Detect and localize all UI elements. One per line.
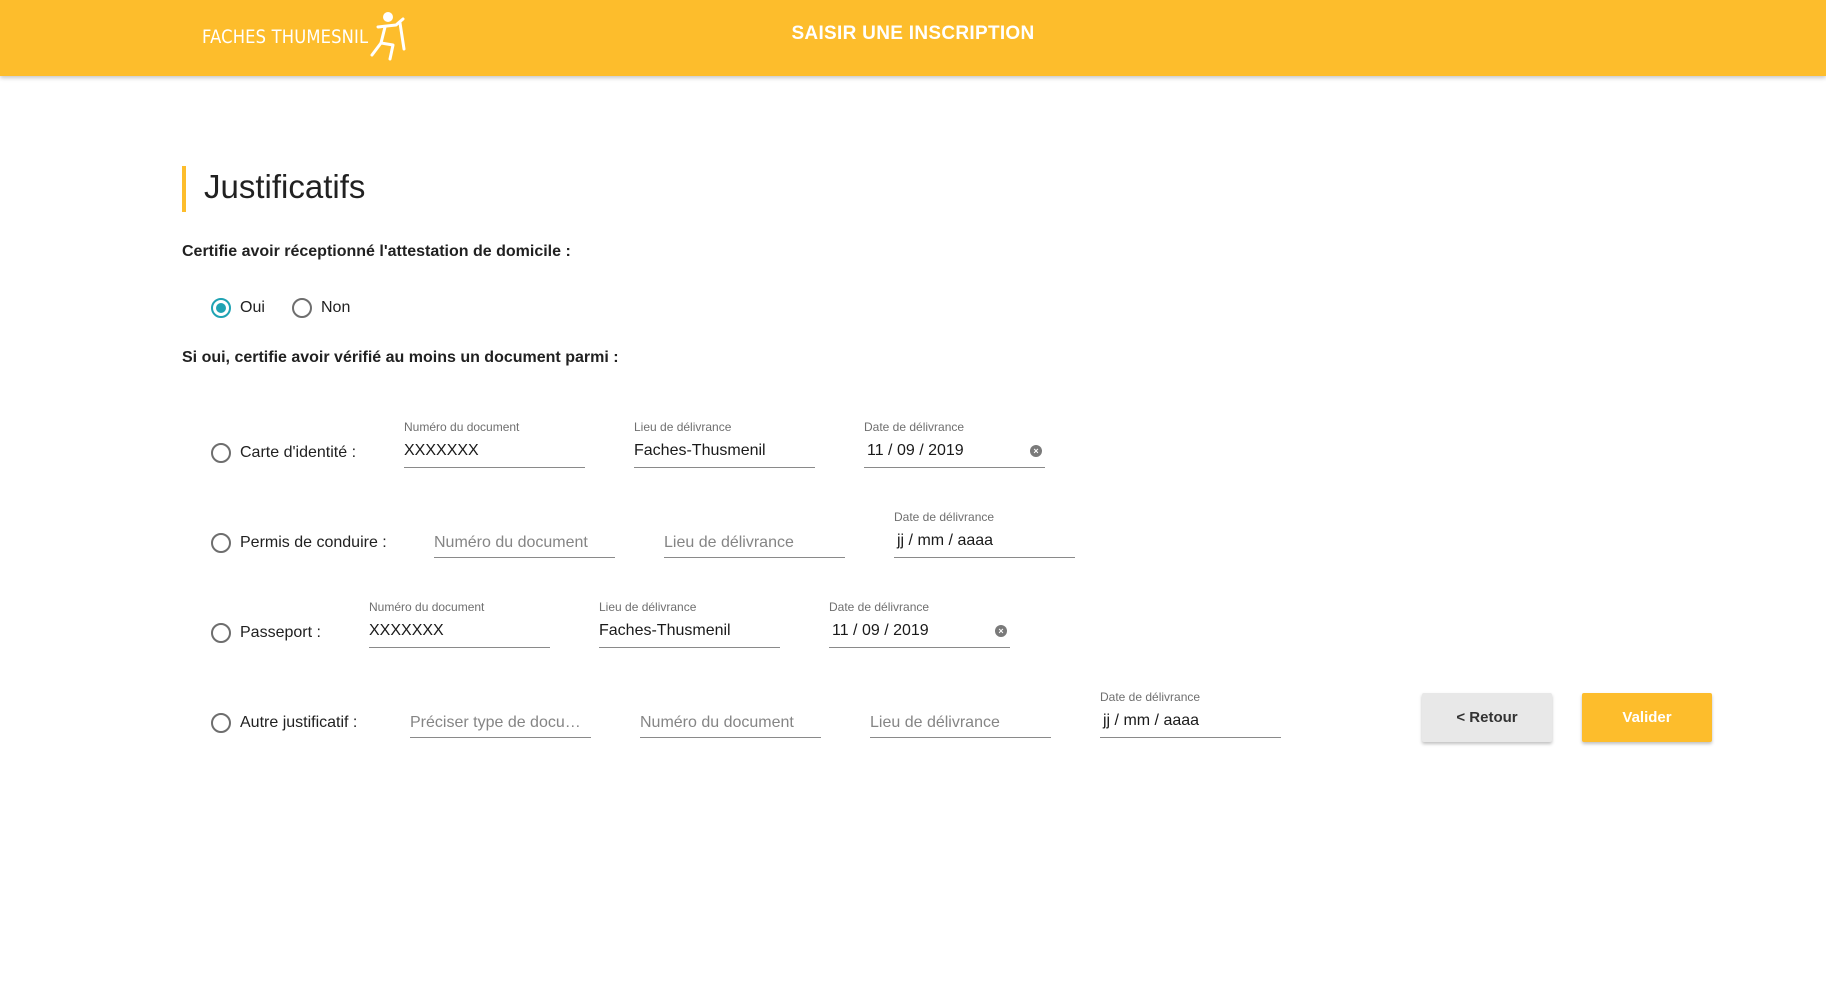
carte-date-field[interactable]: Date de délivrance 11 / 09 / 2019 × (864, 420, 1045, 468)
field-value[interactable]: Faches-Thusmenil (634, 442, 766, 460)
radio-oui[interactable]: Oui (211, 298, 265, 318)
field-label: Numéro du document (404, 420, 520, 434)
field-value[interactable]: XXXXXXX (404, 442, 479, 460)
passeport-numero-field[interactable]: Numéro du document XXXXXXX (369, 600, 550, 648)
field-value[interactable]: 11 / 09 / 2019 (867, 442, 964, 460)
field-placeholder[interactable]: Lieu de délivrance (870, 714, 1000, 732)
section-title-text: Justificatifs (204, 168, 366, 205)
field-value[interactable]: Faches-Thusmenil (599, 622, 731, 640)
passeport-lieu-field[interactable]: Lieu de délivrance Faches-Thusmenil (599, 600, 780, 648)
permis-lieu-field[interactable]: Lieu de délivrance (664, 510, 845, 558)
carte-lieu-field[interactable]: Lieu de délivrance Faches-Thusmenil (634, 420, 815, 468)
field-label: Lieu de délivrance (634, 420, 732, 434)
field-value[interactable]: XXXXXXX (369, 622, 444, 640)
field-label: Date de délivrance (864, 420, 965, 434)
field-placeholder[interactable]: Numéro du document (640, 714, 794, 732)
autre-type-field[interactable]: Préciser type de docum... (410, 690, 591, 738)
radio-oui-circle[interactable] (211, 298, 231, 318)
radio-non-label: Non (321, 299, 351, 316)
top-bar: FACHES THUMESNIL SAISIR UNE INSCRIPTION (0, 0, 1826, 76)
field-placeholder[interactable]: Lieu de délivrance (664, 534, 794, 552)
radio-carte-identite-circle[interactable] (211, 443, 231, 463)
radio-non-circle[interactable] (292, 298, 312, 318)
radio-passeport-label: Passeport : (240, 624, 321, 641)
field-label: Lieu de délivrance (599, 600, 697, 614)
field-label: Date de délivrance (894, 510, 995, 524)
field-value[interactable]: jj / mm / aaaa (1103, 712, 1199, 730)
field-label: Date de délivrance (1100, 690, 1201, 704)
submit-button[interactable]: Valider (1582, 693, 1712, 742)
section-title: Justificatifs (182, 166, 365, 212)
passeport-date-field[interactable]: Date de délivrance 11 / 09 / 2019 × (829, 600, 1010, 648)
clear-date-icon[interactable]: × (995, 625, 1007, 637)
radio-autre-justificatif[interactable]: Autre justificatif : (211, 713, 357, 733)
field-value[interactable]: jj / mm / aaaa (897, 532, 993, 550)
radio-permis-conduire[interactable]: Permis de conduire : (211, 533, 387, 553)
field-placeholder[interactable]: Numéro du document (434, 534, 588, 552)
radio-non[interactable]: Non (292, 298, 350, 318)
radio-passeport-circle[interactable] (211, 623, 231, 643)
clear-date-icon[interactable]: × (1030, 445, 1042, 457)
radio-autre-justificatif-label: Autre justificatif : (240, 714, 358, 731)
radio-carte-identite-label: Carte d'identité : (240, 444, 357, 461)
radio-autre-justificatif-circle[interactable] (211, 713, 231, 733)
radio-oui-label: Oui (240, 299, 265, 316)
radio-permis-conduire-label: Permis de conduire : (240, 534, 387, 551)
radio-passeport[interactable]: Passeport : (211, 623, 321, 643)
radio-carte-identite[interactable]: Carte d'identité : (211, 443, 356, 463)
back-button[interactable]: < Retour (1422, 693, 1552, 742)
field-placeholder[interactable]: Préciser type de docum... (410, 714, 591, 732)
radio-permis-conduire-circle[interactable] (211, 533, 231, 553)
field-label: Date de délivrance (829, 600, 930, 614)
autre-numero-field[interactable]: Numéro du document (640, 690, 821, 738)
field-label: Numéro du document (369, 600, 485, 614)
permis-numero-field[interactable]: Numéro du document (434, 510, 615, 558)
autre-date-field[interactable]: Date de délivrance jj / mm / aaaa (1100, 690, 1281, 738)
autre-lieu-field[interactable]: Lieu de délivrance (870, 690, 1051, 738)
permis-date-field[interactable]: Date de délivrance jj / mm / aaaa (894, 510, 1075, 558)
page-title: SAISIR UNE INSCRIPTION (791, 23, 1035, 44)
field-value[interactable]: 11 / 09 / 2019 (832, 622, 929, 640)
question-documents: Si oui, certifie avoir vérifié au moins … (182, 349, 619, 366)
carte-numero-field[interactable]: Numéro du document XXXXXXX (404, 420, 585, 468)
question-attestation-domicile: Certifie avoir réceptionné l'attestation… (182, 243, 571, 260)
